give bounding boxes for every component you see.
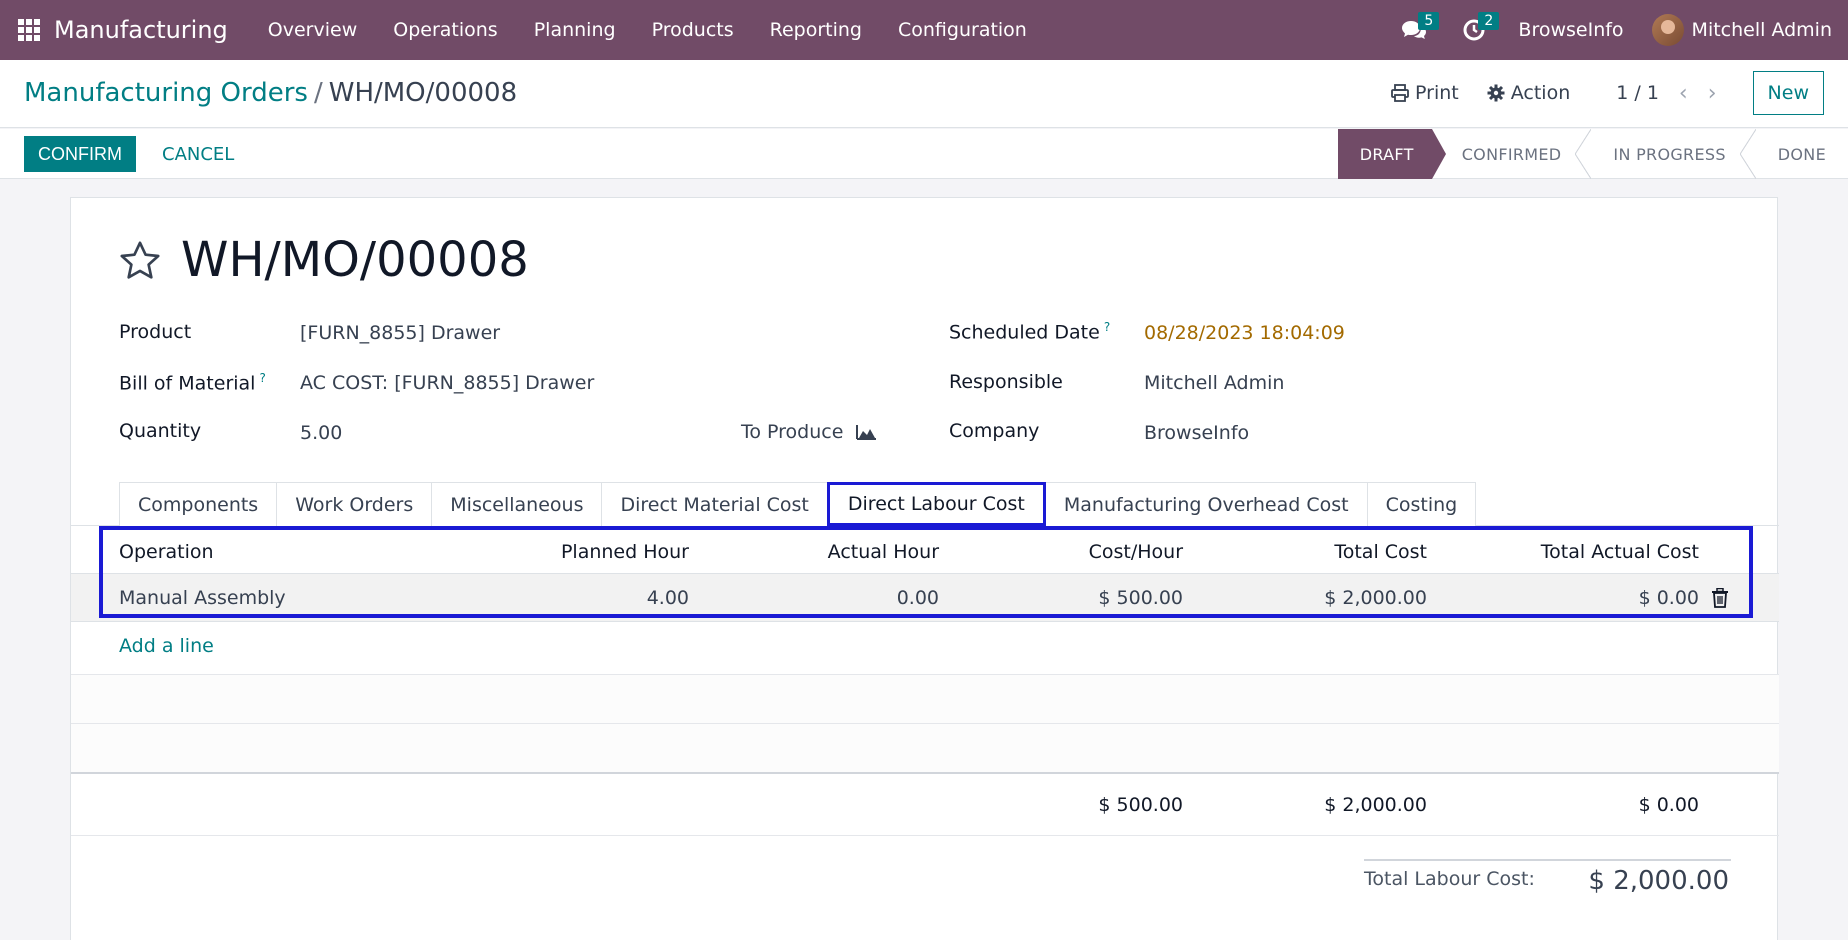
- app-name[interactable]: Manufacturing: [54, 16, 228, 44]
- control-panel: Manufacturing Orders/WH/MO/00008 Print: [0, 60, 1848, 128]
- form-sheet: WH/MO/00008 Product [FURN_8855] Drawer B…: [70, 197, 1779, 940]
- menu-reporting[interactable]: Reporting: [752, 19, 880, 41]
- printer-icon: [1391, 84, 1409, 102]
- menu-operations[interactable]: Operations: [375, 19, 515, 41]
- user-menu[interactable]: Mitchell Admin: [1692, 19, 1832, 41]
- gear-icon: [1487, 84, 1505, 102]
- tab-components[interactable]: Components: [119, 482, 278, 526]
- breadcrumb-manufacturing-orders[interactable]: Manufacturing Orders: [24, 78, 308, 108]
- action-label: Action: [1510, 82, 1571, 104]
- header-operation[interactable]: Operation: [119, 530, 419, 573]
- total-labour-cost-label: Total Labour Cost:: [1364, 868, 1535, 890]
- trash-icon: [1712, 587, 1728, 608]
- row-total-actual-cost[interactable]: $ 0.00: [1451, 574, 1699, 621]
- tab-miscellaneous[interactable]: Miscellaneous: [431, 482, 603, 526]
- scheduled-date-label: Scheduled Date?: [949, 320, 1110, 343]
- company-field[interactable]: BrowseInfo: [1144, 422, 1249, 444]
- menu-planning[interactable]: Planning: [516, 19, 634, 41]
- row-operation[interactable]: Manual Assembly: [119, 574, 419, 621]
- to-produce: To Produce: [741, 421, 877, 443]
- stage-in-progress[interactable]: IN PROGRESS: [1583, 129, 1757, 179]
- row-total-cost[interactable]: $ 2,000.00: [1201, 574, 1427, 621]
- footer-total-actual-cost: $ 0.00: [1638, 793, 1699, 816]
- empty-row: [71, 674, 1779, 723]
- to-produce-label: To Produce: [741, 421, 844, 443]
- stage-pipeline: DRAFT CONFIRMED IN PROGRESS DONE: [1337, 129, 1848, 179]
- breadcrumb: Manufacturing Orders / WH/MO/00008: [24, 78, 517, 108]
- menu-overview[interactable]: Overview: [250, 19, 375, 41]
- breadcrumb-current: WH/MO/00008: [328, 78, 518, 108]
- apps-menu-icon[interactable]: [18, 19, 40, 41]
- company-switcher[interactable]: BrowseInfo: [1518, 19, 1623, 41]
- scheduled-date-help-icon[interactable]: ?: [1104, 320, 1110, 334]
- header-total-actual-cost[interactable]: Total Actual Cost: [1451, 530, 1699, 573]
- bom-label-text: Bill of Material: [119, 372, 256, 395]
- footer-cost-hour: $ 500.00: [1098, 793, 1183, 816]
- tab-direct-material-cost[interactable]: Direct Material Cost: [601, 482, 828, 526]
- header-actual-hour[interactable]: Actual Hour: [711, 530, 939, 573]
- table-row[interactable]: Manual Assembly 4.00 0.00 $ 500.00 $ 2,0…: [71, 574, 1779, 622]
- footer-total-cost: $ 2,000.00: [1324, 793, 1427, 816]
- bom-label: Bill of Material?: [119, 371, 266, 394]
- scheduled-date-label-text: Scheduled Date: [949, 321, 1100, 344]
- bom-help-icon[interactable]: ?: [259, 371, 265, 385]
- area-chart-icon[interactable]: [855, 423, 877, 441]
- pager-next-icon[interactable]: ›: [1708, 81, 1717, 106]
- activities-badge: 2: [1478, 12, 1500, 30]
- pager-value[interactable]: 1 / 1: [1616, 82, 1659, 104]
- responsible-label: Responsible: [949, 371, 1063, 393]
- total-labour-cost-value: $ 2,000.00: [1588, 866, 1729, 896]
- tab-costing[interactable]: Costing: [1366, 482, 1477, 526]
- notebook-tabs: Components Work Orders Miscellaneous Dir…: [119, 482, 1477, 526]
- print-button[interactable]: Print: [1391, 82, 1459, 104]
- confirm-button[interactable]: CONFIRM: [24, 136, 136, 172]
- quantity-label: Quantity: [119, 420, 202, 442]
- labour-table-footer: $ 500.00 $ 2,000.00 $ 0.00: [71, 772, 1779, 836]
- print-label: Print: [1415, 82, 1459, 104]
- activities-button[interactable]: 2: [1444, 0, 1504, 60]
- header-cost-hour[interactable]: Cost/Hour: [961, 530, 1183, 573]
- row-actual-hour[interactable]: 0.00: [711, 574, 939, 621]
- cancel-button[interactable]: CANCEL: [150, 136, 246, 172]
- responsible-field[interactable]: Mitchell Admin: [1144, 372, 1284, 394]
- stage-draft[interactable]: DRAFT: [1337, 129, 1446, 179]
- tab-work-orders[interactable]: Work Orders: [276, 482, 433, 526]
- user-avatar[interactable]: [1651, 14, 1684, 46]
- status-bar: CONFIRM CANCEL DRAFT CONFIRMED IN PROGRE…: [0, 129, 1848, 179]
- stage-done[interactable]: DONE: [1748, 129, 1848, 179]
- company-label: Company: [949, 420, 1040, 442]
- totals-divider: [1364, 859, 1731, 861]
- menu-configuration[interactable]: Configuration: [880, 19, 1045, 41]
- record-title: WH/MO/00008: [181, 232, 529, 288]
- tab-manufacturing-overhead-cost[interactable]: Manufacturing Overhead Cost: [1044, 482, 1368, 526]
- add-line-link[interactable]: Add a line: [119, 622, 214, 670]
- top-navbar: Manufacturing Overview Operations Planni…: [0, 0, 1848, 60]
- pager-previous-icon[interactable]: ‹: [1679, 81, 1688, 106]
- messages-badge: 5: [1418, 12, 1440, 30]
- delete-row-button[interactable]: [1711, 574, 1735, 621]
- header-planned-hour[interactable]: Planned Hour: [451, 530, 689, 573]
- menu-products[interactable]: Products: [634, 19, 752, 41]
- action-button[interactable]: Action: [1487, 82, 1571, 104]
- new-button[interactable]: New: [1752, 71, 1824, 115]
- tab-direct-labour-cost[interactable]: Direct Labour Cost: [826, 482, 1046, 526]
- breadcrumb-separator: /: [313, 78, 323, 108]
- bom-field[interactable]: AC COST: [FURN_8855] Drawer: [300, 372, 594, 394]
- header-total-cost[interactable]: Total Cost: [1201, 530, 1427, 573]
- quantity-field[interactable]: 5.00: [300, 422, 342, 444]
- row-planned-hour[interactable]: 4.00: [451, 574, 689, 621]
- labour-table-header: Operation Planned Hour Actual Hour Cost/…: [71, 530, 1779, 574]
- product-field[interactable]: [FURN_8855] Drawer: [300, 322, 500, 344]
- stage-confirmed[interactable]: CONFIRMED: [1432, 129, 1592, 179]
- scheduled-date-field[interactable]: 08/28/2023 18:04:09: [1144, 322, 1345, 344]
- product-label: Product: [119, 321, 192, 343]
- star-icon[interactable]: [117, 238, 163, 284]
- messages-button[interactable]: 5: [1384, 0, 1444, 60]
- row-cost-hour[interactable]: $ 500.00: [961, 574, 1183, 621]
- empty-row: [71, 723, 1779, 772]
